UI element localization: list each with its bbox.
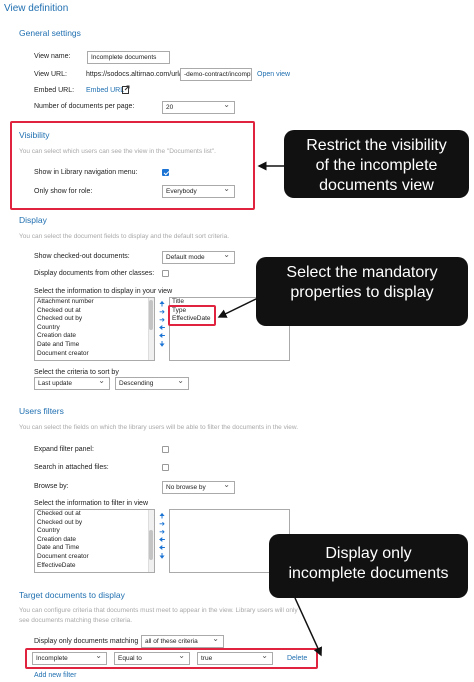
arrow-to-mandatory <box>217 295 263 318</box>
callout-arrows <box>217 161 322 657</box>
arrow-to-criteria <box>294 597 322 657</box>
